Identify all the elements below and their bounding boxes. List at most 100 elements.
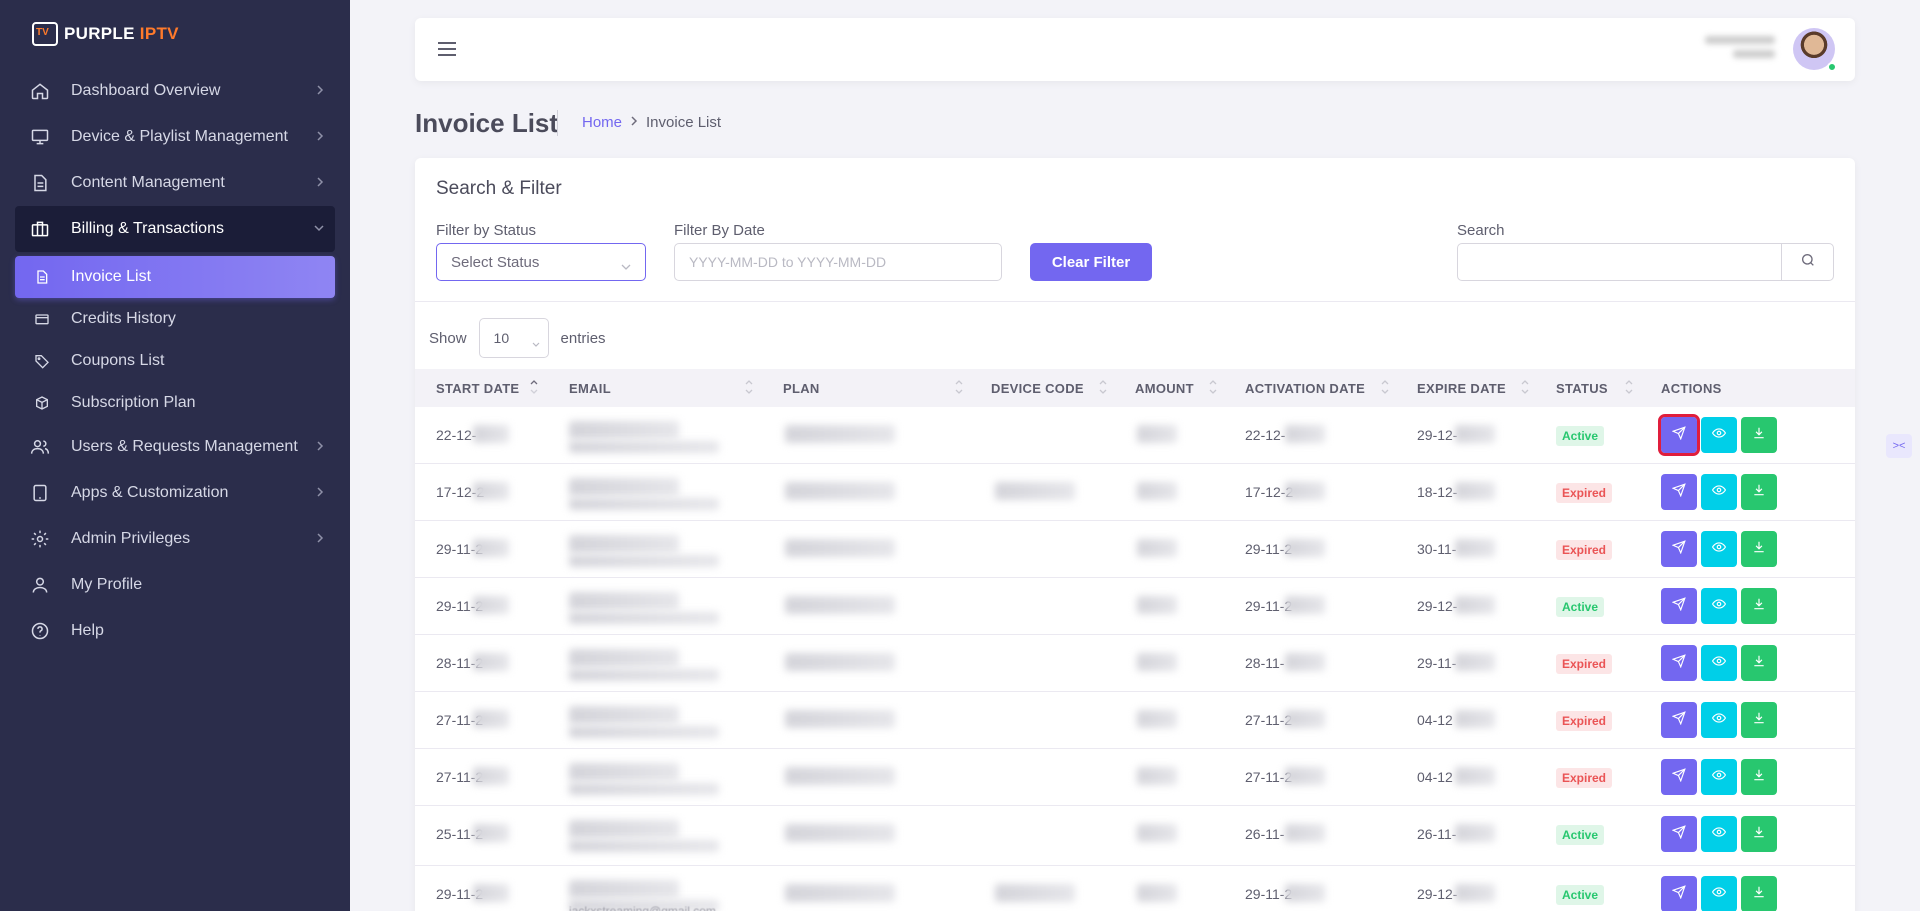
view-invoice-button[interactable] xyxy=(1701,702,1737,738)
table-row: 27-11-2 27-11-2 04-12 Expired xyxy=(415,692,1855,749)
column-header-status[interactable]: STATUS xyxy=(1556,381,1608,396)
redacted-email-sub xyxy=(569,783,719,795)
download-invoice-button[interactable] xyxy=(1741,816,1777,852)
redacted-value xyxy=(1285,596,1325,614)
sidebar-item-my-profile[interactable]: My Profile xyxy=(15,562,335,608)
brand-logo[interactable]: PURPLE IPTV xyxy=(32,22,179,46)
redacted-plan xyxy=(785,767,895,785)
sidebar-item-admin-privileges[interactable]: Admin Privileges xyxy=(15,516,335,562)
download-invoice-button[interactable] xyxy=(1741,759,1777,795)
sidebar-subitem-subscription-plan[interactable]: Subscription Plan xyxy=(15,382,335,424)
download-invoice-button[interactable] xyxy=(1741,417,1777,453)
redacted-plan xyxy=(785,884,895,902)
user-icon xyxy=(29,574,51,596)
download-invoice-button[interactable] xyxy=(1741,645,1777,681)
sidebar-subitem-invoice-list[interactable]: Invoice List xyxy=(15,256,335,298)
send-invoice-button[interactable] xyxy=(1661,876,1697,911)
date-range-input[interactable]: YYYY-MM-DD to YYYY-MM-DD xyxy=(674,243,1002,281)
table-row: 29-11-2 29-11-2 29-12- Active jackxstreaming… xyxy=(415,866,1855,911)
sidebar-item-dashboard-overview[interactable]: Dashboard Overview xyxy=(15,68,335,114)
download-invoice-button[interactable] xyxy=(1741,876,1777,911)
redacted-plan xyxy=(785,425,895,443)
eye-icon xyxy=(1711,885,1727,904)
column-header-plan[interactable]: PLAN xyxy=(783,381,820,396)
expire-date-cell: 29-12- xyxy=(1417,598,1458,614)
date-filter-label: Filter By Date xyxy=(674,222,765,239)
redacted-value xyxy=(473,824,509,842)
download-invoice-button[interactable] xyxy=(1741,474,1777,510)
sidebar-subitem-coupons-list[interactable]: Coupons List xyxy=(15,340,335,382)
hamburger-menu-icon[interactable] xyxy=(437,40,457,58)
clear-filter-button[interactable]: Clear Filter xyxy=(1030,243,1152,281)
search-button[interactable] xyxy=(1781,243,1834,281)
view-invoice-button[interactable] xyxy=(1701,759,1737,795)
column-header-activation-date[interactable]: ACTIVATION DATE xyxy=(1245,381,1365,396)
sidebar-subitem-label: Subscription Plan xyxy=(71,394,196,411)
page-length-value: 10 xyxy=(493,330,510,346)
redacted-value xyxy=(473,884,509,902)
send-invoice-button[interactable] xyxy=(1658,414,1700,456)
view-invoice-button[interactable] xyxy=(1701,531,1737,567)
view-invoice-button[interactable] xyxy=(1701,588,1737,624)
sidebar-nav: Dashboard Overview Device & Playlist Man… xyxy=(15,68,335,654)
column-header-actions: ACTIONS xyxy=(1661,381,1722,396)
redacted-value xyxy=(1455,425,1495,443)
send-invoice-button[interactable] xyxy=(1661,702,1697,738)
sidebar-subitem-label: Invoice List xyxy=(71,268,152,285)
send-invoice-button[interactable] xyxy=(1661,816,1697,852)
sort-icon xyxy=(1521,380,1529,394)
breadcrumb-home-link[interactable]: Home xyxy=(582,114,622,131)
table-row: 29-11-2 29-11-2 29-12- Active xyxy=(415,578,1855,635)
download-invoice-button[interactable] xyxy=(1741,702,1777,738)
download-invoice-button[interactable] xyxy=(1741,588,1777,624)
sidebar-item-label: Help xyxy=(71,622,104,639)
view-invoice-button[interactable] xyxy=(1701,645,1737,681)
activation-date-cell: 22-12- xyxy=(1245,427,1286,443)
send-invoice-button[interactable] xyxy=(1661,759,1697,795)
table-body: 22-12- 22-12- 29-12- Active 17-12-2 17-12-2 18… xyxy=(415,407,1855,911)
sidebar-item-device-playlist[interactable]: Device & Playlist Management xyxy=(15,114,335,160)
sidebar-item-label: Billing & Transactions xyxy=(71,220,224,237)
expire-date-cell: 30-11- xyxy=(1417,541,1457,557)
column-header-email[interactable]: EMAIL xyxy=(569,381,611,396)
sidebar-item-apps-customization[interactable]: Apps & Customization xyxy=(15,470,335,516)
home-icon xyxy=(29,80,51,102)
sidebar-subitem-credits-history[interactable]: Credits History xyxy=(15,298,335,340)
customizer-toggle-icon[interactable]: >< xyxy=(1886,434,1912,458)
page-length-select[interactable]: 10 xyxy=(478,318,549,358)
download-invoice-button[interactable] xyxy=(1741,531,1777,567)
search-input[interactable] xyxy=(1457,243,1782,281)
status-filter-select[interactable]: Select Status xyxy=(436,243,646,281)
column-header-start-date[interactable]: START DATE xyxy=(436,381,519,396)
status-badge: Active xyxy=(1556,426,1605,446)
redacted-value xyxy=(1285,710,1325,728)
table-row: 27-11-2 27-11-2 04-12 Expired xyxy=(415,749,1855,806)
sidebar-item-content-management[interactable]: Content Management xyxy=(15,160,335,206)
column-header-amount[interactable]: AMOUNT xyxy=(1135,381,1194,396)
send-invoice-button[interactable] xyxy=(1661,588,1697,624)
sidebar-item-users-requests[interactable]: Users & Requests Management xyxy=(15,424,335,470)
redacted-email xyxy=(569,592,679,610)
view-invoice-button[interactable] xyxy=(1701,474,1737,510)
send-invoice-button[interactable] xyxy=(1661,474,1697,510)
view-invoice-button[interactable] xyxy=(1701,816,1737,852)
send-invoice-button[interactable] xyxy=(1661,531,1697,567)
sidebar-item-help[interactable]: Help xyxy=(15,608,335,654)
download-icon xyxy=(1752,885,1766,904)
column-header-expire-date[interactable]: EXPIRE DATE xyxy=(1417,381,1506,396)
redacted-email xyxy=(569,421,679,439)
redacted-plan xyxy=(785,596,895,614)
redacted-device-code xyxy=(995,884,1075,902)
redacted-email xyxy=(569,649,679,667)
sidebar-item-label: Dashboard Overview xyxy=(71,82,221,99)
eye-icon xyxy=(1711,426,1727,445)
view-invoice-button[interactable] xyxy=(1701,417,1737,453)
eye-icon xyxy=(1711,597,1727,616)
sidebar-item-billing-transactions[interactable]: Billing & Transactions xyxy=(15,206,335,252)
sort-icon xyxy=(1625,380,1633,394)
status-badge: Expired xyxy=(1556,654,1613,674)
view-invoice-button[interactable] xyxy=(1701,876,1737,911)
column-header-device-code[interactable]: DEVICE CODE xyxy=(991,381,1084,396)
card-icon xyxy=(33,310,51,328)
send-invoice-button[interactable] xyxy=(1661,645,1697,681)
